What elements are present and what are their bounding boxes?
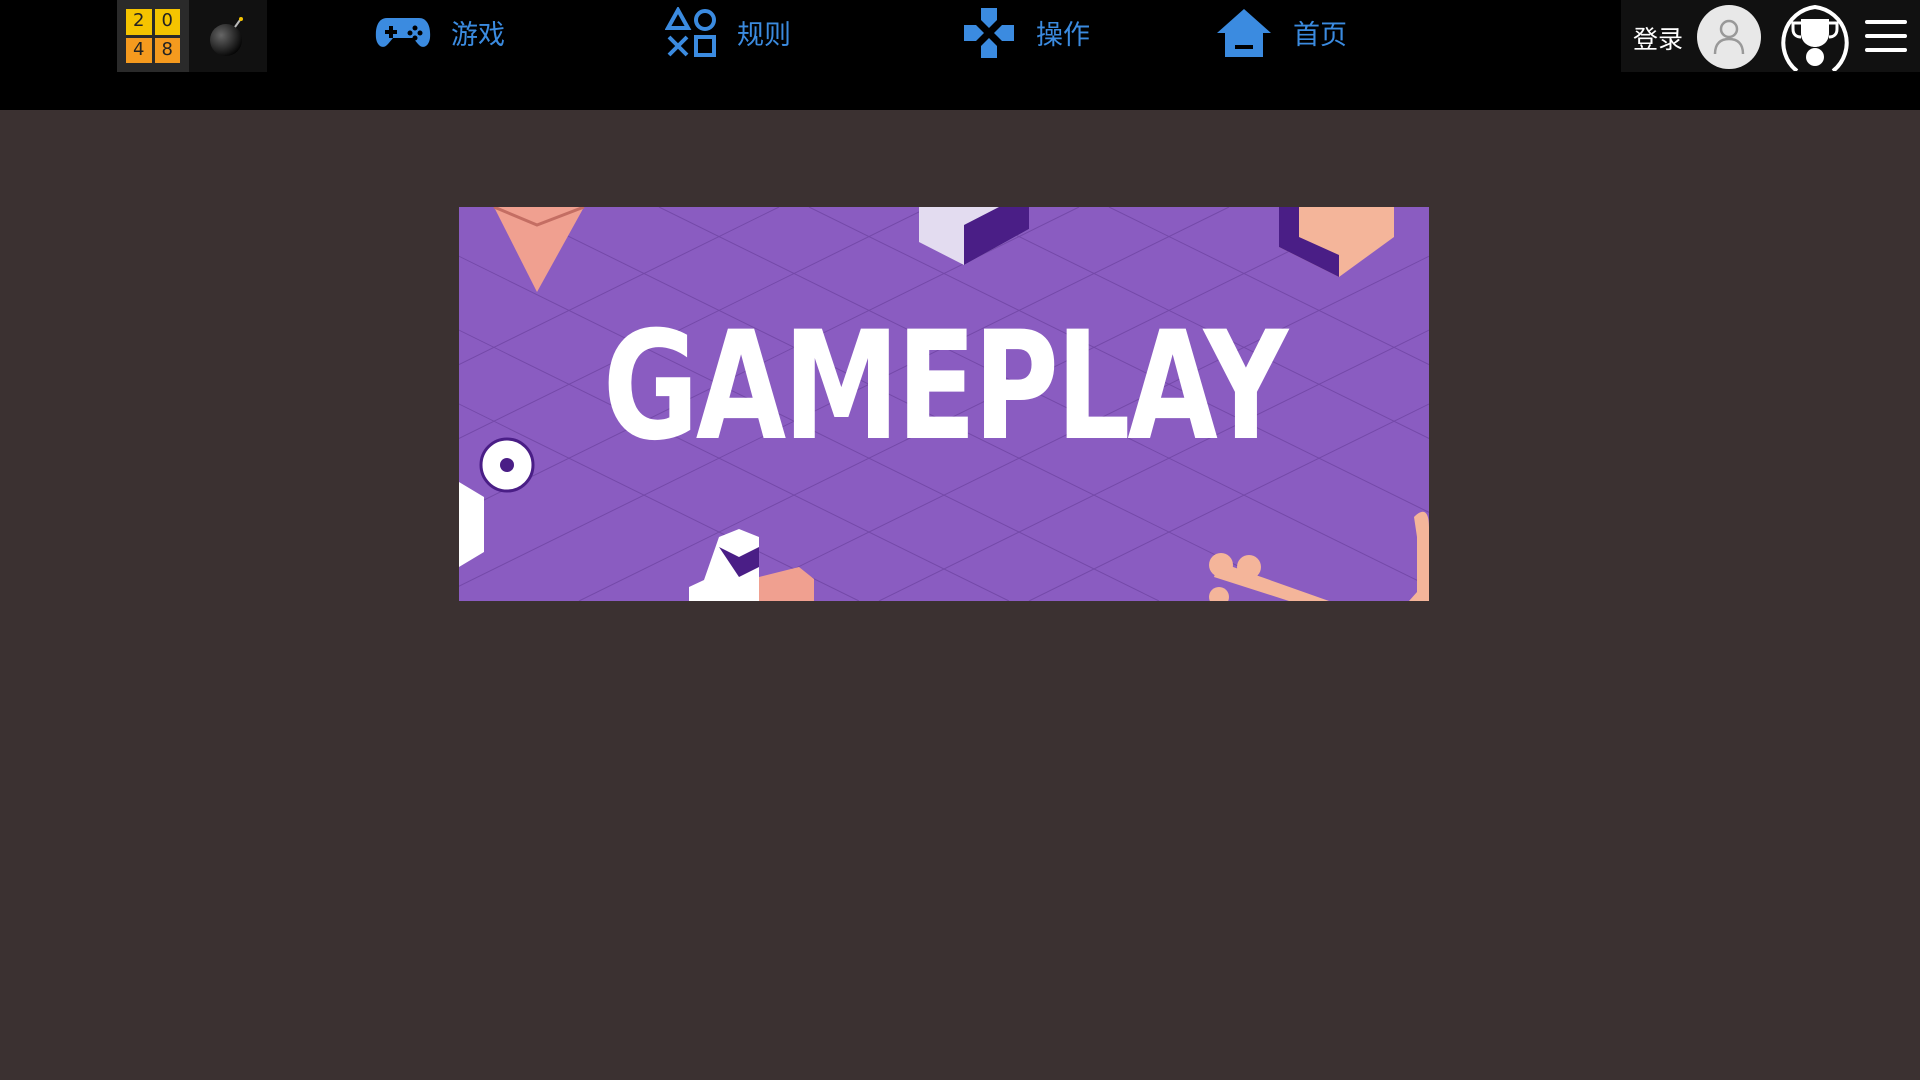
- decorative-gear-shape: [459, 437, 535, 567]
- decorative-wavy-block-shape: [1279, 207, 1394, 277]
- nav-rules[interactable]: 规则: [665, 0, 791, 65]
- nav-games-label: 游戏: [451, 20, 505, 51]
- logo-tile: 0: [154, 9, 180, 35]
- nav-home[interactable]: 首页: [1215, 0, 1347, 65]
- nav-controls[interactable]: 操作: [962, 0, 1090, 65]
- decorative-crystal-shape: [493, 207, 585, 292]
- login-link[interactable]: 登录: [1633, 20, 1683, 56]
- logo-tile: 8: [154, 37, 180, 63]
- playstation-shapes-icon: [665, 6, 716, 57]
- banner-title: GAMEPLAY: [602, 300, 1288, 474]
- user-icon: [1713, 19, 1745, 55]
- gameplay-banner: GAMEPLAY: [459, 207, 1429, 601]
- home-icon: [1217, 8, 1271, 57]
- dpad-icon: [964, 7, 1014, 58]
- trophy-icon: [1781, 4, 1849, 71]
- logo-tile: 4: [126, 37, 152, 63]
- nav-rules-label: 规则: [737, 20, 791, 51]
- top-navigation-bar: 2 0 4 8 游戏 规则 操作 首页 登录: [0, 0, 1920, 110]
- user-tools: 登录: [1621, 0, 1920, 72]
- logo-tile: 2: [126, 9, 152, 35]
- hamburger-menu-icon[interactable]: [1861, 14, 1911, 58]
- avatar[interactable]: [1697, 5, 1761, 69]
- trophy-button[interactable]: [1776, 3, 1854, 72]
- decorative-stairs-shape: [689, 529, 814, 601]
- bomb-icon: [189, 0, 267, 72]
- decorative-cube-shape: [919, 207, 1029, 265]
- nav-home-label: 首页: [1293, 20, 1347, 51]
- site-logo[interactable]: 2 0 4 8: [117, 0, 267, 72]
- nav-controls-label: 操作: [1036, 20, 1090, 51]
- gamepad-icon: [375, 17, 431, 47]
- decorative-rods-shape: [1209, 511, 1429, 601]
- nav-games[interactable]: 游戏: [375, 0, 505, 65]
- logo-2048-tiles: 2 0 4 8: [117, 0, 189, 72]
